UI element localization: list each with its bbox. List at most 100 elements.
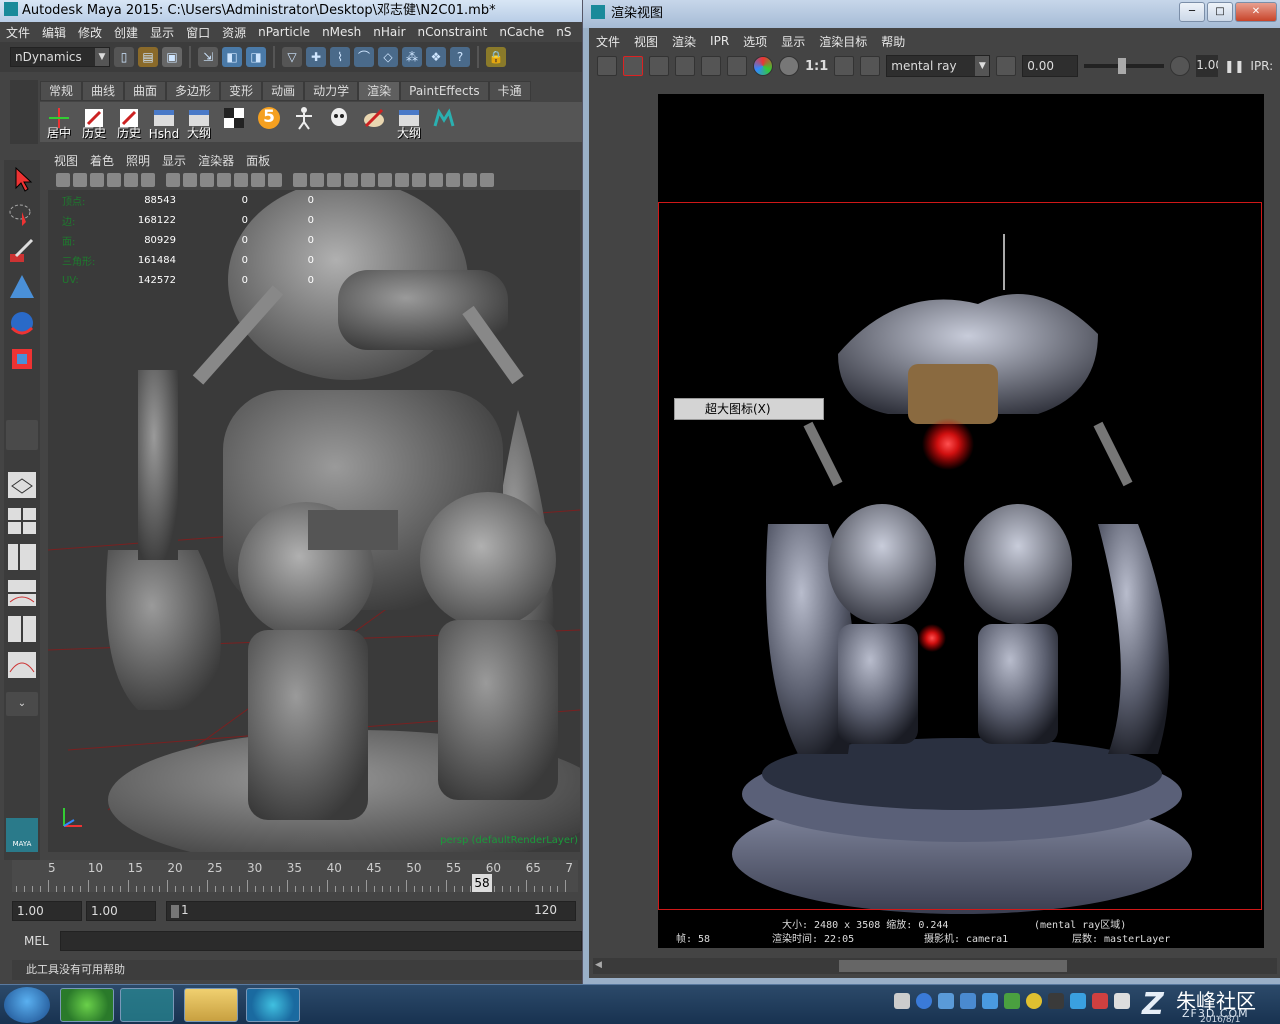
shelf-button-center[interactable]: 居中 xyxy=(42,104,76,142)
shelf-button-skeleton[interactable] xyxy=(287,104,321,142)
panel-menu-view[interactable]: 视图 xyxy=(48,152,84,169)
render-menu-options[interactable]: 选项 xyxy=(736,33,774,50)
gamma-icon[interactable] xyxy=(1170,56,1191,76)
lights-icon[interactable] xyxy=(361,173,375,187)
menu-nconstraint[interactable]: nConstraint xyxy=(412,25,494,39)
tray-globe-icon[interactable] xyxy=(1026,993,1042,1009)
start-button[interactable] xyxy=(4,987,50,1023)
keyboard-icon[interactable] xyxy=(894,993,910,1009)
gate-mask-icon[interactable] xyxy=(217,173,231,187)
render-menu-render-target[interactable]: 渲染目标 xyxy=(812,33,874,50)
horizontal-scrollbar[interactable]: ◀ xyxy=(593,958,1277,974)
shelf-button-history-delete[interactable]: 历史 xyxy=(112,104,146,142)
shelf-tab-toon[interactable]: 卡通 xyxy=(488,81,531,101)
chevron-down-icon[interactable]: ⌄ xyxy=(6,692,38,716)
scroll-left-icon[interactable]: ◀ xyxy=(595,960,605,972)
perspective-viewport[interactable]: 顶点: 88543 0 0 边: 168122 0 0 面: 80929 0 0 三角形: 1614… xyxy=(48,190,580,852)
film-gate-icon[interactable] xyxy=(183,173,197,187)
select-hierarchy-icon[interactable]: ⇲ xyxy=(198,47,218,67)
snap-surface-icon[interactable]: ⁂ xyxy=(402,47,422,67)
smooth-shade-icon[interactable] xyxy=(310,173,324,187)
render-region-box[interactable] xyxy=(658,202,1262,910)
shelf-tab-curves[interactable]: 曲线 xyxy=(82,81,125,101)
open-scene-icon[interactable]: ▤ xyxy=(138,47,158,67)
minimize-icon[interactable]: ─ xyxy=(1179,2,1205,22)
shelf-tab-rendering[interactable]: 渲染 xyxy=(358,81,401,101)
safe-action-icon[interactable] xyxy=(251,173,265,187)
grease-pencil-icon[interactable] xyxy=(141,173,155,187)
shelf-button-checker[interactable] xyxy=(217,104,251,142)
panel-menu-lighting[interactable]: 照明 xyxy=(120,152,156,169)
remove-image-icon[interactable] xyxy=(860,56,881,76)
render-menu-ipr[interactable]: IPR xyxy=(703,34,736,48)
camera-attr-icon[interactable] xyxy=(73,173,87,187)
2d-pan-icon[interactable] xyxy=(124,173,138,187)
panel-menu-renderer[interactable]: 渲染器 xyxy=(192,152,240,169)
textured-icon[interactable] xyxy=(344,173,358,187)
render-image[interactable]: 超大图标(X) 大小: 2480 x 3508 缩放: 0.244 (menta… xyxy=(658,94,1264,948)
camera-select-icon[interactable] xyxy=(56,173,70,187)
current-frame-marker[interactable]: 58 xyxy=(472,874,492,892)
taskbar-explorer-icon[interactable] xyxy=(184,988,238,1022)
render-region-icon[interactable] xyxy=(623,56,643,76)
move-tool-icon[interactable] xyxy=(6,272,38,302)
select-object-icon[interactable]: ◧ xyxy=(222,47,242,67)
context-menu-item-extra-large-icons[interactable]: 超大图标(X) xyxy=(674,398,824,420)
ipr-render-icon[interactable] xyxy=(675,56,695,76)
render-menu-render[interactable]: 渲染 xyxy=(665,33,703,50)
wireframe-on-shaded-icon[interactable] xyxy=(327,173,341,187)
help-icon[interactable] xyxy=(916,993,932,1009)
select-component-icon[interactable]: ◨ xyxy=(246,47,266,67)
select-tool-icon[interactable] xyxy=(6,164,38,194)
keep-image-icon[interactable] xyxy=(834,56,855,76)
render-menu-help[interactable]: 帮助 xyxy=(874,33,912,50)
menu-edit[interactable]: 编辑 xyxy=(36,24,72,41)
exposure-icon[interactable] xyxy=(996,56,1017,76)
shelf-button-outliner-2[interactable]: 大纲 xyxy=(392,104,426,142)
render-menu-file[interactable]: 文件 xyxy=(589,33,627,50)
shelf-button-hypershade[interactable]: Hshd xyxy=(147,104,181,142)
shadows-icon[interactable] xyxy=(378,173,392,187)
filter-icon[interactable]: ▽ xyxy=(282,47,302,67)
new-scene-icon[interactable]: ▯ xyxy=(114,47,134,67)
real-size-button[interactable]: 1:1 xyxy=(805,59,828,74)
exposure-field[interactable]: 0.00 xyxy=(1022,55,1079,77)
render-menu-view[interactable]: 视图 xyxy=(627,33,665,50)
wireframe-icon[interactable] xyxy=(293,173,307,187)
range-slider[interactable]: 1 120 xyxy=(166,901,576,921)
shelf-tab-painteffects[interactable]: PaintEffects xyxy=(400,81,489,101)
snap-plane-icon[interactable]: ◇ xyxy=(378,47,398,67)
nvidia-icon[interactable] xyxy=(1048,993,1064,1009)
grid-icon[interactable] xyxy=(166,173,180,187)
shelf-button-five[interactable]: 5 xyxy=(252,104,286,142)
pause-ipr-icon[interactable]: ❚❚ xyxy=(1224,59,1244,73)
close-icon[interactable]: ✕ xyxy=(1235,2,1277,22)
image-plane-icon[interactable] xyxy=(107,173,121,187)
tray-cloud-icon[interactable] xyxy=(1070,993,1086,1009)
lasso-tool-icon[interactable] xyxy=(6,200,38,230)
redo-render-icon[interactable] xyxy=(597,56,617,76)
menu-create[interactable]: 创建 xyxy=(108,24,144,41)
save-scene-icon[interactable]: ▣ xyxy=(162,47,182,67)
taskbar-media-icon[interactable] xyxy=(246,988,300,1022)
maximize-icon[interactable]: □ xyxy=(1207,2,1233,22)
menu-nhair[interactable]: nHair xyxy=(367,25,411,39)
menu-nparticle[interactable]: nParticle xyxy=(252,25,316,39)
lock-icon[interactable]: 🔒 xyxy=(486,47,506,67)
anti-alias-icon[interactable] xyxy=(429,173,443,187)
menu-file[interactable]: 文件 xyxy=(0,24,36,41)
panel-menu-panels[interactable]: 面板 xyxy=(240,152,276,169)
tray-chat-icon[interactable] xyxy=(1092,993,1108,1009)
rgb-channels-icon[interactable] xyxy=(753,56,773,76)
volume-icon[interactable] xyxy=(1114,993,1130,1009)
shelf-button-skull[interactable] xyxy=(322,104,356,142)
menu-display[interactable]: 显示 xyxy=(144,24,180,41)
taskbar-maya-icon[interactable] xyxy=(120,988,174,1022)
hypershade-layout-icon[interactable] xyxy=(6,614,38,644)
scale-tool-icon[interactable] xyxy=(6,344,38,374)
renderer-dropdown[interactable]: mental ray ▼ xyxy=(886,55,991,77)
menu-assets[interactable]: 资源 xyxy=(216,24,252,41)
snapshot-icon[interactable] xyxy=(649,56,669,76)
refresh-icon[interactable] xyxy=(701,56,721,76)
isolate-icon[interactable] xyxy=(463,173,477,187)
